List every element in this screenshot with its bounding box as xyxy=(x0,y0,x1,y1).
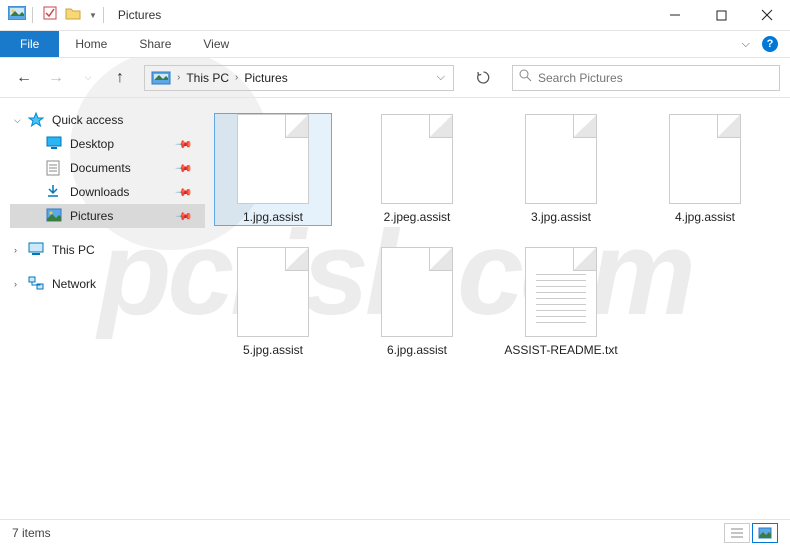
chevron-right-icon[interactable]: › xyxy=(14,245,17,255)
tab-share[interactable]: Share xyxy=(123,31,187,57)
qat-separator xyxy=(32,7,33,23)
pin-icon: 📌 xyxy=(175,183,194,202)
sidebar-item-documents[interactable]: Documents 📌 xyxy=(10,156,205,180)
close-button[interactable] xyxy=(744,0,790,31)
ribbon: File Home Share View ⌵ ? xyxy=(0,31,790,58)
sidebar-item-label: This PC xyxy=(52,243,95,257)
sidebar-item-this-pc[interactable]: › This PC xyxy=(10,238,205,262)
pin-icon: 📌 xyxy=(175,207,194,226)
app-icon xyxy=(8,6,26,25)
file-label: ASSIST-README.txt xyxy=(504,343,617,358)
file-label: 2.jpeg.assist xyxy=(384,210,451,225)
file-label: 4.jpg.assist xyxy=(675,210,735,225)
blank-file-icon xyxy=(381,114,453,204)
this-pc-icon xyxy=(28,242,46,258)
text-file-icon xyxy=(525,247,597,337)
downloads-icon xyxy=(46,184,64,200)
qat-dropdown-icon[interactable]: ▼ xyxy=(89,11,97,20)
back-button[interactable]: ← xyxy=(10,64,38,92)
status-item-count: 7 items xyxy=(12,526,51,540)
search-box[interactable] xyxy=(512,65,780,91)
pictures-icon xyxy=(46,208,64,224)
titlebar: ▼ Pictures xyxy=(0,0,790,31)
breadcrumb-seg-pictures[interactable]: Pictures xyxy=(240,71,291,85)
pin-icon: 📌 xyxy=(175,159,194,178)
blank-file-icon xyxy=(381,247,453,337)
maximize-button[interactable] xyxy=(698,0,744,31)
breadcrumb-seg-thispc[interactable]: This PC xyxy=(182,71,233,85)
file-tab[interactable]: File xyxy=(0,31,59,57)
recent-dropdown[interactable]: ⌵ xyxy=(74,64,102,92)
blank-file-icon xyxy=(525,114,597,204)
chevron-right-icon[interactable]: › xyxy=(233,72,240,83)
sidebar-item-label: Pictures xyxy=(70,209,113,223)
file-item[interactable]: 3.jpg.assist xyxy=(503,114,619,225)
tab-view[interactable]: View xyxy=(187,31,245,57)
view-details-button[interactable] xyxy=(724,523,750,543)
sidebar-item-label: Documents xyxy=(70,161,131,175)
sidebar-item-quick-access[interactable]: ⌵ Quick access xyxy=(10,108,205,132)
chevron-down-icon[interactable]: ⌵ xyxy=(14,115,21,126)
sidebar-item-downloads[interactable]: Downloads 📌 xyxy=(10,180,205,204)
blank-file-icon xyxy=(669,114,741,204)
refresh-button[interactable] xyxy=(468,65,498,91)
ribbon-expand-icon[interactable]: ⌵ xyxy=(742,38,750,51)
title-separator xyxy=(103,7,104,23)
sidebar-item-label: Quick access xyxy=(52,113,123,127)
qat-properties-icon[interactable] xyxy=(43,6,57,25)
search-icon xyxy=(519,69,532,87)
search-input[interactable] xyxy=(538,71,773,85)
minimize-button[interactable] xyxy=(652,0,698,31)
sidebar: ⌵ Quick access Desktop 📌 Documents 📌 Dow… xyxy=(0,98,205,519)
view-thumbnails-button[interactable] xyxy=(752,523,778,543)
desktop-icon xyxy=(46,136,64,152)
blank-file-icon xyxy=(237,114,309,204)
sidebar-item-label: Desktop xyxy=(70,137,114,151)
status-bar: 7 items xyxy=(0,519,790,545)
sidebar-item-network[interactable]: › Network xyxy=(10,272,205,296)
breadcrumb[interactable]: › This PC › Pictures ⌵ xyxy=(144,65,454,91)
file-item[interactable]: 1.jpg.assist xyxy=(215,114,331,225)
file-grid: 1.jpg.assist 2.jpeg.assist 3.jpg.assist 4.j… xyxy=(205,98,790,519)
sidebar-item-label: Downloads xyxy=(70,185,129,199)
file-label: 6.jpg.assist xyxy=(387,343,447,358)
pin-icon: 📌 xyxy=(175,135,194,154)
file-item[interactable]: ASSIST-README.txt xyxy=(503,247,619,358)
navigation-row: ← → ⌵ ↑ › This PC › Pictures ⌵ xyxy=(0,58,790,98)
window-title: Pictures xyxy=(118,8,161,22)
breadcrumb-location-icon xyxy=(151,70,171,86)
file-item[interactable]: 5.jpg.assist xyxy=(215,247,331,358)
file-label: 3.jpg.assist xyxy=(531,210,591,225)
file-item[interactable]: 6.jpg.assist xyxy=(359,247,475,358)
tab-home[interactable]: Home xyxy=(59,31,123,57)
chevron-right-icon[interactable]: › xyxy=(175,72,182,83)
sidebar-item-desktop[interactable]: Desktop 📌 xyxy=(10,132,205,156)
file-item[interactable]: 2.jpeg.assist xyxy=(359,114,475,225)
blank-file-icon xyxy=(237,247,309,337)
file-label: 5.jpg.assist xyxy=(243,343,303,358)
chevron-right-icon[interactable]: › xyxy=(14,279,17,289)
forward-button[interactable]: → xyxy=(42,64,70,92)
file-label: 1.jpg.assist xyxy=(243,210,303,225)
network-icon xyxy=(28,276,46,292)
help-icon[interactable]: ? xyxy=(762,36,778,52)
sidebar-item-pictures[interactable]: Pictures 📌 xyxy=(10,204,205,228)
documents-icon xyxy=(46,160,64,176)
file-item[interactable]: 4.jpg.assist xyxy=(647,114,763,225)
up-button[interactable]: ↑ xyxy=(106,64,134,92)
sidebar-item-label: Network xyxy=(52,277,96,291)
star-icon xyxy=(28,112,46,128)
qat-newfolder-icon[interactable] xyxy=(65,6,81,25)
breadcrumb-history-icon[interactable]: ⌵ xyxy=(435,71,447,84)
